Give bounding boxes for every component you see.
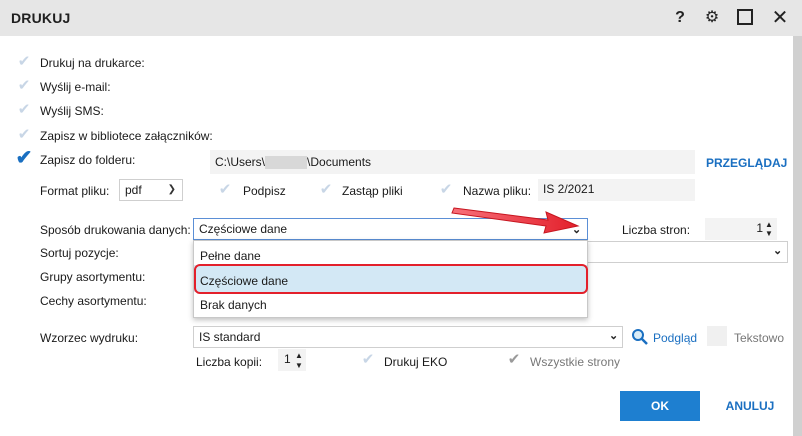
label-groups: Grupy asortymentu: xyxy=(40,270,146,284)
checkbox-eko[interactable]: ✔ xyxy=(358,350,378,370)
redacted-username xyxy=(265,156,308,170)
annotation-highlight-ring xyxy=(194,264,588,294)
label-sign: Podpisz xyxy=(243,184,286,198)
stepper-down-icon[interactable]: ▼ xyxy=(764,229,774,238)
checkbox-text-mode[interactable] xyxy=(707,326,727,346)
label-save-library: Zapisz w bibliotece załączników: xyxy=(40,129,213,143)
stepper-up-icon[interactable]: ▲ xyxy=(764,220,774,229)
checkbox-all-pages[interactable]: ✔ xyxy=(504,350,524,370)
label-save-folder: Zapisz do folderu: xyxy=(40,153,136,167)
file-format-value: pdf xyxy=(125,183,142,197)
checkbox-send-email[interactable]: ✔ xyxy=(14,76,34,96)
label-print-printer: Drukuj na drukarce: xyxy=(40,56,145,70)
dropdown-option-full[interactable]: Pełne dane xyxy=(200,249,261,263)
maximize-icon[interactable] xyxy=(737,9,753,25)
ok-button[interactable]: OK xyxy=(620,391,700,421)
folder-path-prefix: C:\Users\ xyxy=(215,155,266,169)
template-select[interactable]: IS standard xyxy=(193,326,623,348)
dropdown-option-none[interactable]: Brak danych xyxy=(200,298,267,312)
annotation-arrow xyxy=(451,207,580,234)
dialog-title: DRUKUJ xyxy=(11,10,71,26)
cancel-button[interactable]: ANULUJ xyxy=(720,391,780,421)
gear-icon[interactable]: ⚙ xyxy=(702,8,722,28)
label-pages: Liczba stron: xyxy=(622,223,691,237)
help-icon[interactable]: ? xyxy=(670,8,690,28)
folder-path-suffix: \Documents xyxy=(307,155,372,169)
label-template: Wzorzec wydruku: xyxy=(40,331,139,345)
right-border xyxy=(793,36,802,436)
label-eko: Drukuj EKO xyxy=(384,355,448,369)
chevron-down-icon: ❯ xyxy=(167,184,176,195)
chevron-down-icon: ⌄ xyxy=(773,245,783,257)
stepper-down-icon[interactable]: ▼ xyxy=(294,361,304,370)
file-format-select[interactable]: pdf ❯ xyxy=(119,179,183,201)
folder-path-field[interactable]: C:\Users\ \Documents xyxy=(210,150,695,174)
pages-value: 1 xyxy=(756,221,763,235)
print-mode-value: Częściowe dane xyxy=(199,222,288,236)
search-icon[interactable] xyxy=(631,328,649,346)
label-features: Cechy asortymentu: xyxy=(40,294,147,308)
preview-link[interactable]: Podgląd xyxy=(653,331,697,345)
close-icon[interactable]: ✕ xyxy=(770,8,790,28)
label-copies: Liczba kopii: xyxy=(196,355,263,369)
label-send-sms: Wyślij SMS: xyxy=(40,104,104,118)
label-all-pages: Wszystkie strony xyxy=(530,355,621,369)
checkbox-save-folder[interactable]: ✔ xyxy=(14,148,34,168)
checkbox-save-library[interactable]: ✔ xyxy=(14,125,34,145)
label-send-email: Wyślij e-mail: xyxy=(40,80,111,94)
label-replace: Zastąp pliki xyxy=(342,184,403,198)
checkbox-replace[interactable]: ✔ xyxy=(316,180,336,200)
label-print-mode: Sposób drukowania danych: xyxy=(40,223,191,237)
stepper-up-icon[interactable]: ▲ xyxy=(294,351,304,360)
chevron-down-icon: ⌄ xyxy=(609,330,619,342)
checkbox-send-sms[interactable]: ✔ xyxy=(14,100,34,120)
label-text-mode: Tekstowo xyxy=(734,331,785,345)
sort-select[interactable] xyxy=(587,241,788,263)
template-value: IS standard xyxy=(199,330,261,344)
checkbox-print-printer[interactable]: ✔ xyxy=(14,52,34,72)
copies-value: 1 xyxy=(284,352,291,366)
label-file-format: Format pliku: xyxy=(40,184,110,198)
browse-button[interactable]: PRZEGLĄDAJ xyxy=(706,156,787,170)
label-sort: Sortuj pozycje: xyxy=(40,246,119,260)
checkbox-sign[interactable]: ✔ xyxy=(215,180,235,200)
